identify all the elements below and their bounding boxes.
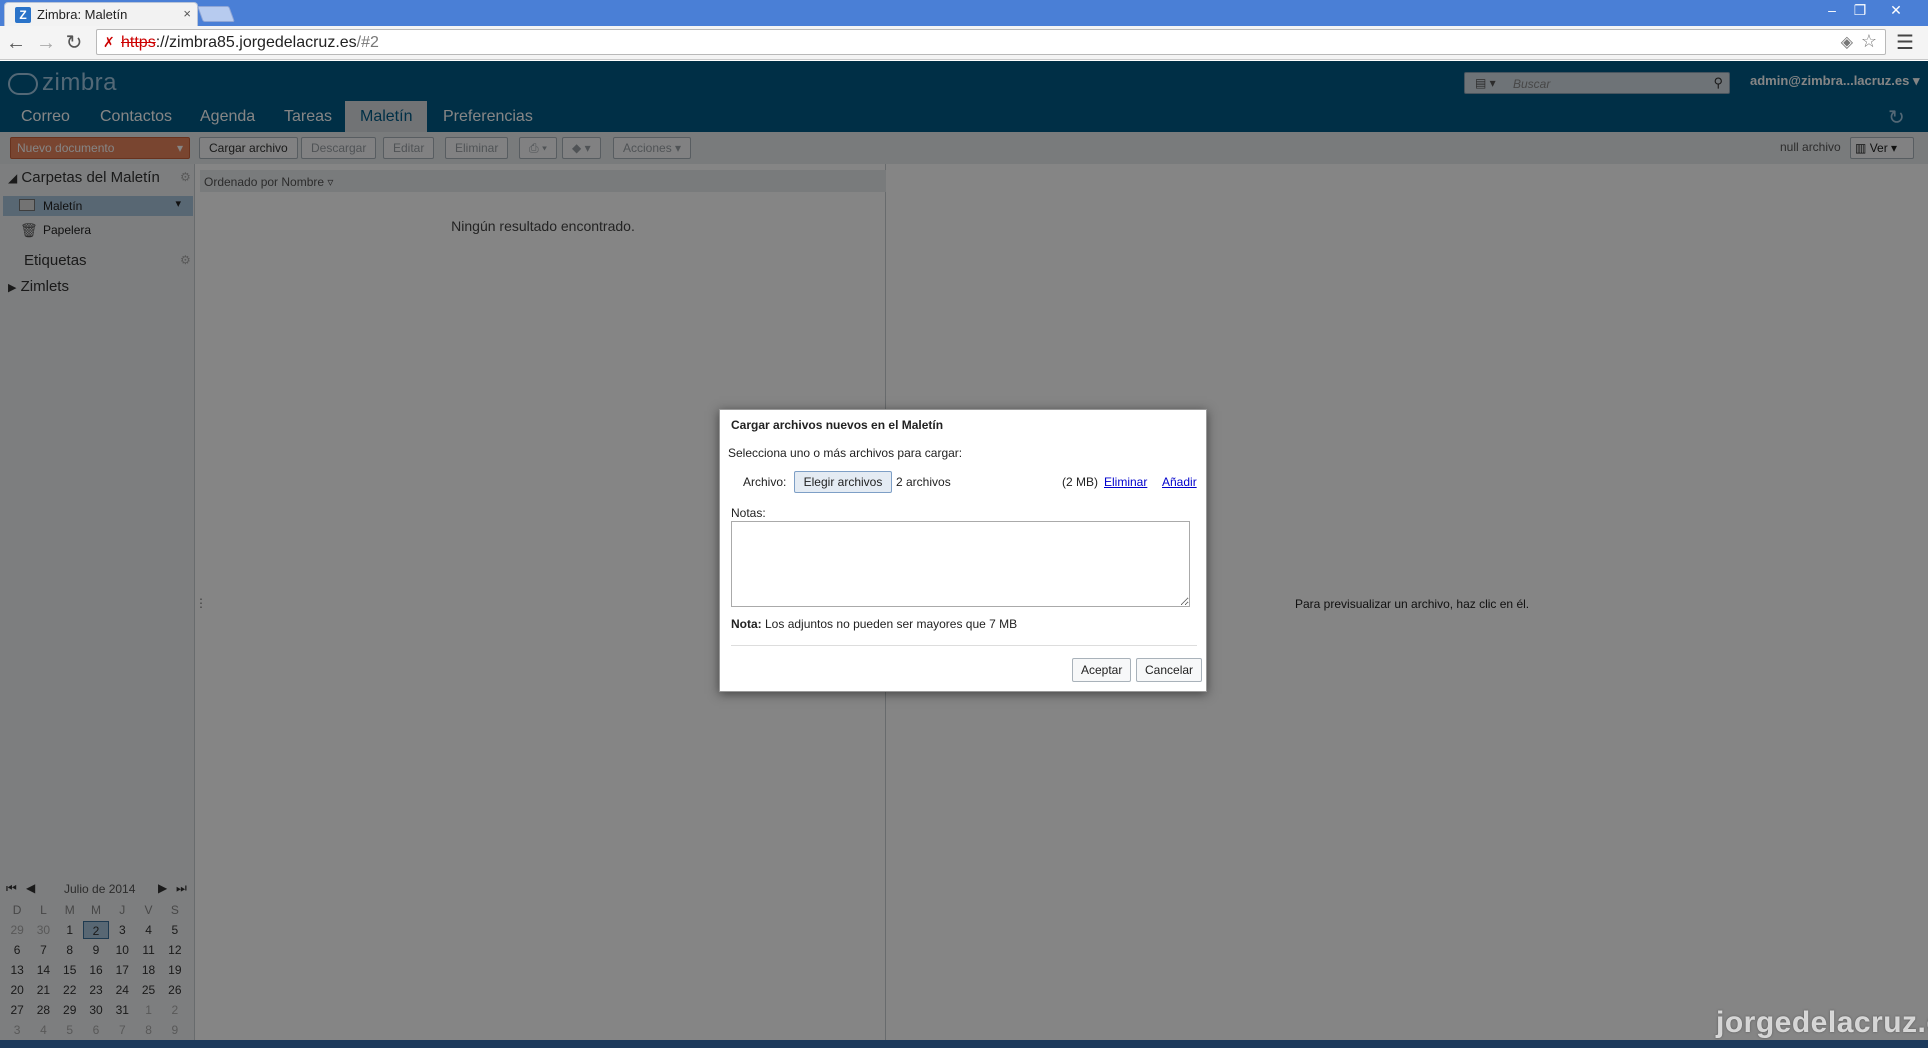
insecure-lock-icon: ✗ — [103, 34, 115, 50]
choose-files-button[interactable]: Elegir archivos — [794, 471, 892, 493]
accept-button[interactable]: Aceptar — [1072, 658, 1132, 682]
dialog-divider — [731, 645, 1197, 646]
reload-icon[interactable]: ↻ — [62, 31, 86, 55]
notes-textarea[interactable] — [731, 521, 1190, 607]
attachment-limit-note: Nota: Los adjuntos no pueden ser mayores… — [731, 617, 1018, 631]
file-size: (2 MB) — [1062, 475, 1098, 489]
page-action-icon[interactable]: ◈ — [1841, 32, 1853, 52]
dialog-title: Cargar archivos nuevos en el Maletín — [731, 418, 944, 432]
url-text: https://zimbra85.jorgedelacruz.es/#2 — [121, 34, 379, 51]
browser-tab-strip — [0, 0, 1928, 26]
browser-tab-title: Zimbra: Maletín — [37, 7, 128, 22]
add-file-link[interactable]: Añadir — [1162, 475, 1197, 489]
restore-window-button[interactable]: ❐ — [1848, 0, 1872, 20]
back-arrow-icon[interactable]: ← — [4, 31, 28, 55]
close-window-button[interactable]: ✕ — [1876, 0, 1916, 20]
bookmark-star-icon[interactable]: ☆ — [1861, 31, 1877, 52]
forward-arrow-icon[interactable]: → — [34, 31, 58, 55]
address-bar[interactable]: ✗ https://zimbra85.jorgedelacruz.es/#2 ◈… — [96, 29, 1886, 55]
zimbra-favicon-icon: Z — [15, 7, 31, 23]
dialog-intro: Selecciona uno o más archivos para carga… — [728, 446, 963, 460]
os-taskbar — [0, 1040, 1928, 1048]
browser-tab[interactable]: Z Zimbra: Maletín × — [4, 2, 198, 26]
notes-label: Notas: — [731, 506, 766, 520]
remove-file-link[interactable]: Eliminar — [1104, 475, 1147, 489]
new-tab-button[interactable] — [197, 6, 235, 22]
minimize-window-button[interactable]: – — [1820, 0, 1844, 20]
selected-file-count: 2 archivos — [896, 475, 951, 489]
browser-menu-icon[interactable]: ☰ — [1896, 30, 1914, 55]
file-label: Archivo: — [743, 475, 787, 489]
watermark: jorgedelacruz.es — [1716, 1006, 1928, 1039]
browser-toolbar: ← → ↻ ✗ https://zimbra85.jorgedelacruz.e… — [0, 26, 1928, 60]
upload-dialog: Cargar archivos nuevos en el Maletín Sel… — [719, 409, 1207, 692]
cancel-button[interactable]: Cancelar — [1136, 658, 1203, 682]
close-tab-icon[interactable]: × — [183, 6, 191, 21]
